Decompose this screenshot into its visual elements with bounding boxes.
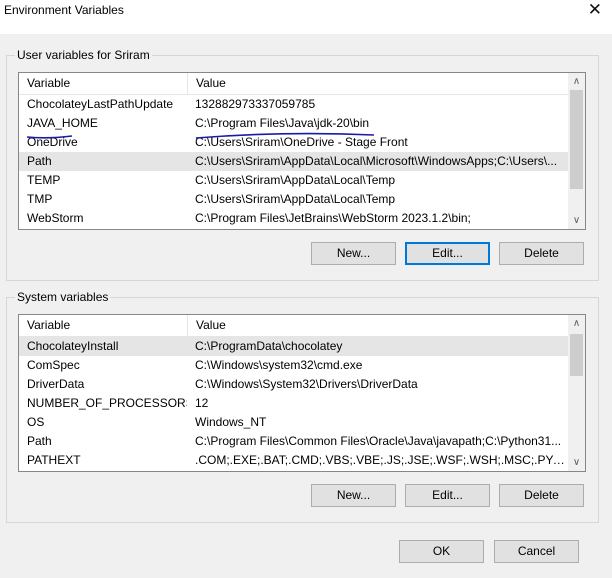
variable-name-cell: Path <box>27 154 52 168</box>
variable-name-cell: ChocolateyLastPathUpdate <box>27 97 174 111</box>
table-row[interactable]: ChocolateyLastPathUpdate 1328829733370597… <box>19 95 568 114</box>
close-icon[interactable]: ✕ <box>588 0 602 20</box>
variable-name-cell: NUMBER_OF_PROCESSORS <box>27 396 187 410</box>
chevron-down-icon[interactable]: ∨ <box>568 212 585 229</box>
title-bar: Environment Variables ✕ <box>0 0 612 34</box>
system-list-scrollbar[interactable]: ∧ ∨ <box>568 315 585 471</box>
list-header: Variable Value <box>19 315 568 337</box>
variable-name-cell: ChocolateyInstall <box>27 339 119 353</box>
column-header-variable[interactable]: Variable <box>19 73 188 94</box>
cancel-button[interactable]: Cancel <box>494 540 579 563</box>
user-edit-button[interactable]: Edit... <box>405 242 490 265</box>
variable-value-cell: C:\Program Files\Java\jdk-20\bin <box>195 116 370 130</box>
variable-name-cell: JAVA_HOME <box>27 116 98 130</box>
user-delete-button[interactable]: Delete <box>499 242 584 265</box>
column-header-value[interactable]: Value <box>188 315 568 336</box>
variable-name-cell: DriverData <box>27 377 85 391</box>
table-row[interactable]: ComSpec C:\Windows\system32\cmd.exe <box>19 356 568 375</box>
table-row[interactable]: Path C:\Program Files\Common Files\Oracle… <box>19 432 568 451</box>
chevron-down-icon[interactable]: ∨ <box>568 454 585 471</box>
variable-name-cell: TMP <box>27 192 53 206</box>
variable-value-cell: C:\Windows\System32\Drivers\DriverData <box>195 377 418 391</box>
variable-value-cell: 132882973337059785 <box>195 97 316 111</box>
window-title: Environment Variables <box>4 3 124 17</box>
variable-value-cell: C:\Windows\system32\cmd.exe <box>195 358 363 372</box>
table-row[interactable]: TMP C:\Users\Sriram\AppData\Local\Temp <box>19 190 568 209</box>
system-delete-button[interactable]: Delete <box>499 484 584 507</box>
ok-button[interactable]: OK <box>399 540 484 563</box>
variable-value-cell: C:\Program Files\Common Files\Oracle\Jav… <box>195 434 562 448</box>
variable-name-cell: TEMP <box>27 173 61 187</box>
variable-value-cell: C:\Program Files\JetBrains\WebStorm 2023… <box>195 211 471 225</box>
variable-name-cell: OS <box>27 415 45 429</box>
system-variables-list[interactable]: Variable Value ChocolateyInstall C:\Progr… <box>18 314 586 472</box>
chevron-up-icon[interactable]: ∧ <box>568 315 585 332</box>
table-row[interactable]: PATHEXT .COM;.EXE;.BAT;.CMD;.VBS;.VBE;.JS… <box>19 451 568 470</box>
variable-value-cell: Windows_NT <box>195 415 267 429</box>
user-variables-list[interactable]: Variable Value ChocolateyLastPathUpdate 1… <box>18 72 586 230</box>
scrollbar-thumb[interactable] <box>570 334 583 376</box>
variable-name-cell: PATHEXT <box>27 453 81 467</box>
table-row[interactable]: OS Windows_NT <box>19 413 568 432</box>
user-list-scrollbar[interactable]: ∧ ∨ <box>568 73 585 229</box>
variable-value-cell: C:\Users\Sriram\OneDrive - Stage Front <box>195 135 408 149</box>
user-new-button[interactable]: New... <box>311 242 396 265</box>
variable-value-cell: 12 <box>195 396 209 410</box>
variable-value-cell: .COM;.EXE;.BAT;.CMD;.VBS;.VBE;.JS;.JSE;.… <box>195 453 566 467</box>
variable-value-cell: C:\Users\Sriram\AppData\Local\Microsoft\… <box>195 154 558 168</box>
table-row[interactable]: NUMBER_OF_PROCESSORS 12 <box>19 394 568 413</box>
variable-value-cell: C:\ProgramData\chocolatey <box>195 339 343 353</box>
table-row[interactable]: TEMP C:\Users\Sriram\AppData\Local\Temp <box>19 171 568 190</box>
variable-value-cell: C:\Users\Sriram\AppData\Local\Temp <box>195 192 396 206</box>
system-new-button[interactable]: New... <box>311 484 396 507</box>
table-row[interactable]: JAVA_HOME C:\Program Files\Java\jdk-20\bi… <box>19 114 568 133</box>
variable-name-cell: Path <box>27 434 52 448</box>
table-row[interactable]: ChocolateyInstall C:\ProgramData\chocolat… <box>19 337 568 356</box>
variable-name-cell: OneDrive <box>27 135 78 149</box>
system-variables-label: System variables <box>15 290 111 304</box>
table-row[interactable]: Path C:\Users\Sriram\AppData\Local\Micros… <box>19 152 568 171</box>
user-variables-label: User variables for Sriram <box>15 48 152 62</box>
variable-name-cell: WebStorm <box>27 211 84 225</box>
scrollbar-thumb[interactable] <box>570 90 583 189</box>
table-row[interactable]: WebStorm C:\Program Files\JetBrains\WebSt… <box>19 209 568 228</box>
column-header-variable[interactable]: Variable <box>19 315 188 336</box>
system-edit-button[interactable]: Edit... <box>405 484 490 507</box>
system-variables-rows: ChocolateyInstall C:\ProgramData\chocolat… <box>19 337 568 470</box>
table-row[interactable]: OneDrive C:\Users\Sriram\OneDrive - Stage… <box>19 133 568 152</box>
chevron-up-icon[interactable]: ∧ <box>568 73 585 90</box>
table-row[interactable]: DriverData C:\Windows\System32\Drivers\Dr… <box>19 375 568 394</box>
variable-name-cell: ComSpec <box>27 358 80 372</box>
list-header: Variable Value <box>19 73 568 95</box>
user-variables-rows: ChocolateyLastPathUpdate 1328829733370597… <box>19 95 568 228</box>
variable-value-cell: C:\Users\Sriram\AppData\Local\Temp <box>195 173 396 187</box>
column-header-value[interactable]: Value <box>188 73 568 94</box>
